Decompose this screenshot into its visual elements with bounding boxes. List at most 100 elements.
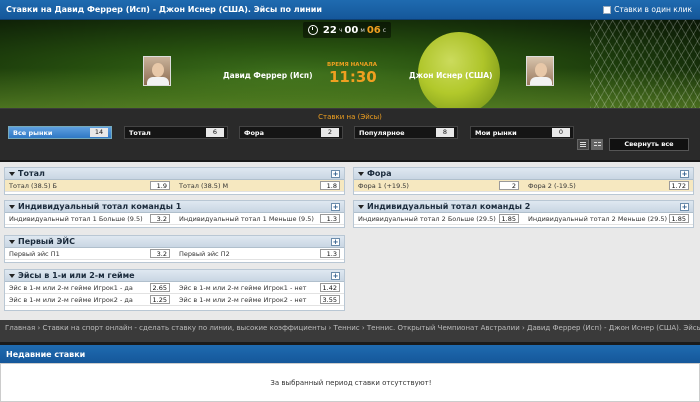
timer-minutes: 00 xyxy=(344,24,359,36)
expand-plus-icon[interactable]: + xyxy=(331,203,340,211)
odds-cell[interactable]: Эйс в 1-м или 2-м гейме Игрок2 - да 1.25 xyxy=(5,294,175,306)
expand-plus-icon[interactable]: + xyxy=(680,203,689,211)
market-individual-total-2: Индивидуальный тотал команды 2 + Индивид… xyxy=(353,200,694,228)
odds-cell[interactable]: Тотал (38.5) Б 1.9 xyxy=(5,180,175,192)
odds-value[interactable]: 1.8 xyxy=(320,181,340,190)
collapse-triangle-icon[interactable] xyxy=(358,205,364,209)
odds-value[interactable]: 3.2 xyxy=(150,214,170,223)
odds-row: Эйс в 1-м или 2-м гейме Игрок2 - да 1.25… xyxy=(5,294,344,306)
odds-value[interactable]: 2 xyxy=(499,181,519,190)
tab-label: Мои рынки xyxy=(475,129,517,137)
collapse-triangle-icon[interactable] xyxy=(9,240,15,244)
market-header[interactable]: Эйсы в 1-и или 2-м гейме + xyxy=(5,270,344,282)
market-first-ace: Первый ЭЙС + Первый эйс П1 3.2 Первый эй… xyxy=(4,235,345,263)
market-title: Фора xyxy=(367,169,392,178)
one-click-checkbox[interactable] xyxy=(603,5,612,14)
odds-value[interactable]: 3.2 xyxy=(150,249,170,258)
market-total: Тотал + Тотал (38.5) Б 1.9 Тотал (38.5) … xyxy=(4,167,345,195)
odds-cell[interactable]: Первый эйс П1 3.2 xyxy=(5,248,175,260)
recent-bets-header: Недавние ставки xyxy=(0,345,700,363)
tab-all-markets[interactable]: Все рынки 14 xyxy=(8,126,112,139)
odds-label: Фора 1 (+19.5) xyxy=(358,182,409,190)
odds-row: Индивидуальный тотал 2 Больше (29.5) 1.8… xyxy=(354,213,693,225)
odds-cell[interactable]: Тотал (38.5) М 1.8 xyxy=(175,180,345,192)
page-title: Ставки на Давид Феррер (Исп) - Джон Исне… xyxy=(6,5,322,14)
player1-name: Давид Феррер (Исп) xyxy=(223,71,313,80)
odds-value[interactable]: 1.25 xyxy=(150,295,170,304)
one-click-toggle[interactable]: Ставки в один клик xyxy=(603,5,692,14)
market-header[interactable]: Индивидуальный тотал команды 1 + xyxy=(5,201,344,213)
market-filter: Ставки на (Эйсы) Все рынки 14 Тотал 6 Фо… xyxy=(0,108,700,160)
odds-value[interactable]: 1.9 xyxy=(150,181,170,190)
odds-row: Фора 1 (+19.5) 2 Фора 2 (-19.5) 1.72 xyxy=(354,180,693,192)
breadcrumb[interactable]: Главная › Ставки на спорт онлайн - сдела… xyxy=(0,320,700,342)
market-header[interactable]: Индивидуальный тотал команды 2 + xyxy=(354,201,693,213)
odds-row: Индивидуальный тотал 1 Больше (9.5) 3.2 … xyxy=(5,213,344,225)
odds-value[interactable]: 2.65 xyxy=(150,283,170,292)
odds-label: Фора 2 (-19.5) xyxy=(528,182,576,190)
odds-label: Индивидуальный тотал 1 Больше (9.5) xyxy=(9,215,143,223)
odds-row: Первый эйс П1 3.2 Первый эйс П2 1.3 xyxy=(5,248,344,260)
odds-value[interactable]: 1.3 xyxy=(320,214,340,223)
collapse-triangle-icon[interactable] xyxy=(358,172,364,176)
list-view-button[interactable] xyxy=(577,139,589,150)
expand-plus-icon[interactable]: + xyxy=(680,170,689,178)
odds-cell[interactable]: Индивидуальный тотал 1 Больше (9.5) 3.2 xyxy=(5,213,175,225)
market-fora: Фора + Фора 1 (+19.5) 2 Фора 2 (-19.5) 1… xyxy=(353,167,694,195)
tab-label: Фора xyxy=(244,129,264,137)
collapse-all-button[interactable]: Свернуть все xyxy=(609,138,689,151)
odds-cell[interactable]: Фора 1 (+19.5) 2 xyxy=(354,180,524,192)
expand-plus-icon[interactable]: + xyxy=(331,238,340,246)
market-individual-total-1: Индивидуальный тотал команды 1 + Индивид… xyxy=(4,200,345,228)
odds-value[interactable]: 1.85 xyxy=(499,214,519,223)
market-title: Тотал xyxy=(18,169,45,178)
event-banner: 22 ч 00 м 06 с Давид Феррер (Исп) ВРЕМЯ … xyxy=(0,20,700,108)
odds-cell[interactable]: Фора 2 (-19.5) 1.72 xyxy=(524,180,694,192)
collapse-triangle-icon[interactable] xyxy=(9,274,15,278)
market-header[interactable]: Первый ЭЙС + xyxy=(5,236,344,248)
odds-cell[interactable]: Индивидуальный тотал 2 Меньше (29.5) 1.8… xyxy=(524,213,694,225)
tab-fora[interactable]: Фора 2 xyxy=(239,126,343,139)
odds-cell[interactable]: Эйс в 1-м или 2-м гейме Игрок1 - да 2.65 xyxy=(5,282,175,294)
expand-plus-icon[interactable]: + xyxy=(331,170,340,178)
odds-label: Индивидуальный тотал 2 Больше (29.5) xyxy=(358,215,496,223)
grid-view-button[interactable] xyxy=(591,139,603,150)
odds-value[interactable]: 1.72 xyxy=(669,181,689,190)
odds-value[interactable]: 1.3 xyxy=(320,249,340,258)
odds-label: Индивидуальный тотал 1 Меньше (9.5) xyxy=(179,215,314,223)
market-title: Эйсы в 1-и или 2-м гейме xyxy=(18,271,135,280)
odds-value[interactable]: 1.42 xyxy=(320,283,340,292)
odds-label: Эйс в 1-м или 2-м гейме Игрок2 - да xyxy=(9,296,133,304)
filter-caption: Ставки на (Эйсы) xyxy=(318,113,382,121)
odds-label: Первый эйс П2 xyxy=(179,250,230,258)
odds-cell[interactable]: Первый эйс П2 1.3 xyxy=(175,248,345,260)
odds-cell[interactable]: Индивидуальный тотал 1 Меньше (9.5) 1.3 xyxy=(175,213,345,225)
odds-cell[interactable]: Эйс в 1-м или 2-м гейме Игрок1 - нет 1.4… xyxy=(175,282,345,294)
odds-value[interactable]: 1.85 xyxy=(669,214,689,223)
tab-total[interactable]: Тотал 6 xyxy=(124,126,228,139)
markets-area: Тотал + Тотал (38.5) Б 1.9 Тотал (38.5) … xyxy=(0,162,700,320)
market-header[interactable]: Тотал + xyxy=(5,168,344,180)
market-header[interactable]: Фора + xyxy=(354,168,693,180)
collapse-triangle-icon[interactable] xyxy=(9,205,15,209)
timer-hours-unit: ч xyxy=(338,26,343,34)
stopwatch-icon xyxy=(307,25,318,35)
odds-label: Тотал (38.5) Б xyxy=(9,182,58,190)
collapse-triangle-icon[interactable] xyxy=(9,172,15,176)
market-title: Индивидуальный тотал команды 2 xyxy=(367,202,531,211)
timer-hours: 22 xyxy=(322,24,337,36)
tab-count: 0 xyxy=(552,128,570,137)
odds-value[interactable]: 3.55 xyxy=(320,295,340,304)
tennis-ball-image xyxy=(418,32,500,108)
odds-cell[interactable]: Индивидуальный тотал 2 Больше (29.5) 1.8… xyxy=(354,213,524,225)
market-title: Индивидуальный тотал команды 1 xyxy=(18,202,182,211)
odds-label: Индивидуальный тотал 2 Меньше (29.5) xyxy=(528,215,668,223)
odds-cell[interactable]: Эйс в 1-м или 2-м гейме Игрок2 - нет 3.5… xyxy=(175,294,345,306)
odds-label: Эйс в 1-м или 2-м гейме Игрок1 - нет xyxy=(179,284,307,292)
tab-popular[interactable]: Популярное 8 xyxy=(354,126,458,139)
start-time: 11:30 xyxy=(329,68,377,86)
tab-my-markets[interactable]: Мои рынки 0 xyxy=(470,126,574,139)
expand-plus-icon[interactable]: + xyxy=(331,272,340,280)
market-title: Первый ЭЙС xyxy=(18,237,75,246)
timer-seconds-unit: с xyxy=(382,26,387,34)
